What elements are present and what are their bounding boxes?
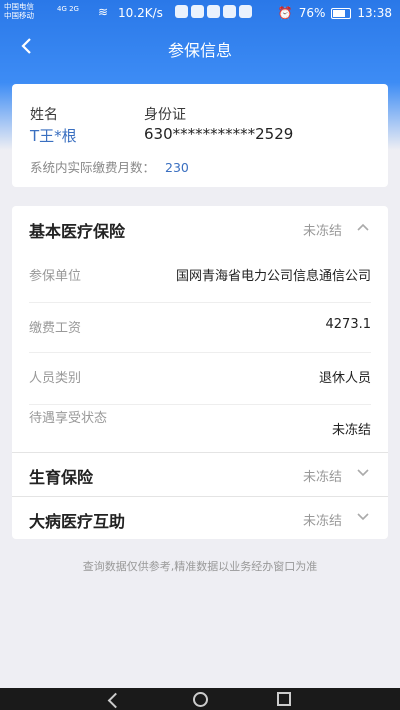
detail-row: 人员类别 退休人员 bbox=[29, 352, 371, 405]
row-label: 缴费工资 bbox=[29, 321, 82, 336]
name-value: T王*根 bbox=[30, 127, 77, 145]
row-label: 人员类别 bbox=[29, 371, 82, 386]
row-value: 4273.1 bbox=[325, 317, 372, 332]
carrier-info: 中国电信 中国移动 bbox=[4, 2, 34, 20]
chevron-down-icon bbox=[356, 466, 370, 480]
notification-icons bbox=[175, 5, 252, 18]
system-back-icon[interactable] bbox=[107, 692, 124, 709]
chevron-up-icon bbox=[356, 220, 370, 234]
nav-bar: 参保信息 bbox=[0, 26, 400, 70]
section-header-basic-medical[interactable]: 基本医疗保险 未冻结 bbox=[12, 206, 388, 250]
section-status: 未冻结 bbox=[302, 470, 342, 485]
payment-months: 系统内实际缴费月数： 230 bbox=[30, 157, 189, 176]
status-right: ⏰ 76% 13:38 bbox=[278, 6, 392, 20]
alarm-icon: ⏰ bbox=[277, 6, 293, 20]
row-value: 未冻结 bbox=[331, 423, 371, 438]
section-title: 生育保险 bbox=[29, 468, 94, 487]
system-home-icon[interactable] bbox=[193, 692, 208, 707]
section-title: 基本医疗保险 bbox=[29, 222, 126, 241]
detail-row: 缴费工资 4273.1 bbox=[29, 302, 371, 353]
section-header-serious-illness[interactable]: 大病医疗互助 未冻结 bbox=[12, 496, 388, 540]
battery-percent: 76% bbox=[298, 6, 326, 20]
row-label: 参保单位 bbox=[29, 269, 82, 284]
detail-row: 待遇享受状态 未冻结 bbox=[29, 404, 371, 452]
chevron-down-icon bbox=[356, 510, 370, 524]
app-notification-icon bbox=[191, 5, 204, 18]
system-nav-bar bbox=[0, 688, 400, 710]
section-status: 未冻结 bbox=[302, 514, 342, 529]
id-value: 630***********2529 bbox=[144, 125, 294, 143]
section-header-maternity[interactable]: 生育保险 未冻结 bbox=[12, 452, 388, 496]
row-value: 国网青海省电力公司信息通信公司 bbox=[175, 269, 371, 284]
name-label: 姓名 bbox=[30, 107, 58, 123]
disclaimer-text: 查询数据仅供参考,精准数据以业务经办窗口为准 bbox=[82, 560, 318, 573]
system-recent-icon[interactable] bbox=[277, 692, 291, 706]
detail-row: 参保单位 国网青海省电力公司信息通信公司 bbox=[29, 250, 371, 303]
network-type: 4G 2G bbox=[57, 5, 79, 13]
network-speed: 10.2K/s bbox=[118, 6, 163, 20]
section-title: 大病医疗互助 bbox=[29, 512, 126, 531]
app-notification-icon bbox=[175, 5, 188, 18]
payment-months-label: 系统内实际缴费月数： bbox=[30, 160, 156, 175]
carrier-2: 中国移动 bbox=[4, 11, 34, 20]
page-title: 参保信息 bbox=[167, 41, 232, 60]
status-bar: 中国电信 中国移动 4G 2G ≋ 10.2K/s ⏰ 76% 13:38 bbox=[0, 0, 400, 26]
row-label: 待遇享受状态 bbox=[29, 411, 108, 426]
section-status: 未冻结 bbox=[302, 224, 342, 239]
person-card: 姓名 身份证 T王*根 630***********2529 系统内实际缴费月数… bbox=[12, 84, 388, 187]
insurance-card: 基本医疗保险 未冻结 参保单位 国网青海省电力公司信息通信公司 缴费工资 427… bbox=[12, 206, 388, 539]
battery-icon bbox=[331, 7, 352, 19]
app-notification-icon bbox=[207, 5, 220, 18]
clock: 13:38 bbox=[357, 6, 392, 20]
wifi-icon: ≋ bbox=[98, 5, 109, 19]
id-label: 身份证 bbox=[144, 107, 186, 123]
carrier-1: 中国电信 bbox=[4, 2, 34, 11]
app-notification-icon bbox=[223, 5, 236, 18]
app-notification-icon bbox=[239, 5, 252, 18]
row-value: 退休人员 bbox=[318, 371, 371, 386]
payment-months-value: 230 bbox=[165, 160, 189, 175]
